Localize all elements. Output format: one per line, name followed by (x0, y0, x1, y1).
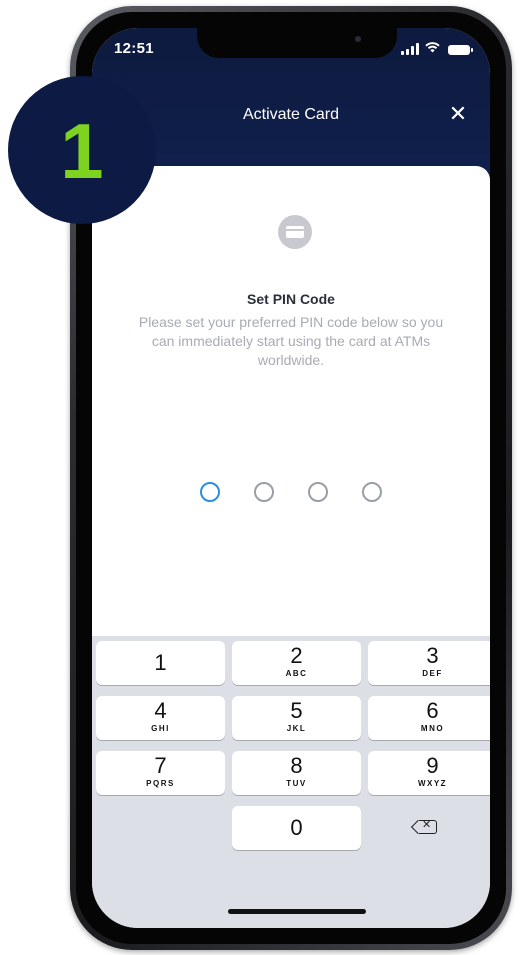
key-letters: GHI (151, 724, 170, 733)
backspace-button[interactable]: ✕ (368, 806, 490, 850)
key-letters: DEF (422, 669, 443, 678)
key-digit: 6 (426, 698, 439, 723)
step-number: 1 (60, 107, 104, 195)
set-pin-description: Please set your preferred PIN code below… (138, 314, 444, 368)
pin-dot (362, 482, 382, 502)
key-digit: 1 (154, 650, 167, 675)
set-pin-title: Set PIN Code (247, 291, 335, 307)
key-letters: MNO (420, 724, 445, 733)
close-button[interactable]: ✕ (446, 102, 470, 126)
key-7[interactable]: 7 PQRS (96, 751, 225, 795)
camera-icon (355, 36, 361, 42)
key-digit: 9 (426, 753, 439, 778)
key-digit: 3 (426, 643, 439, 668)
key-digit: 8 (290, 753, 303, 778)
signal-icon (401, 43, 419, 55)
pin-dot (200, 482, 220, 502)
key-digit: 2 (290, 643, 303, 668)
key-letters: WXYZ (417, 779, 448, 788)
key-digit: 7 (154, 753, 167, 778)
status-time: 12:51 (114, 40, 154, 57)
pin-indicator (92, 482, 490, 502)
pin-sheet: Set PIN Code Please set your preferred P… (92, 166, 490, 636)
pin-dot (254, 482, 274, 502)
key-letters: PQRS (146, 779, 175, 788)
close-icon: ✕ (448, 101, 468, 126)
key-2[interactable]: 2 ABC (232, 641, 361, 685)
key-5[interactable]: 5 JKL (232, 696, 361, 740)
key-letters: TUV (286, 779, 307, 788)
home-indicator (228, 909, 366, 914)
pin-dot (308, 482, 328, 502)
key-3[interactable]: 3 DEF (368, 641, 490, 685)
key-digit: 0 (290, 815, 303, 840)
notch (197, 28, 397, 58)
key-digit: 4 (154, 698, 167, 723)
battery-icon (448, 45, 473, 55)
wifi-icon (425, 41, 440, 55)
key-0[interactable]: 0 (232, 806, 361, 850)
numeric-keypad: 1 2 ABC 3 DEF 4 GHI 5 JKL 6 MNO 7 PQRS 8… (92, 636, 490, 928)
page-title: Activate Card (242, 106, 340, 123)
key-8[interactable]: 8 TUV (232, 751, 361, 795)
key-1[interactable]: 1 (96, 641, 225, 685)
key-4[interactable]: 4 GHI (96, 696, 225, 740)
card-icon (278, 215, 312, 249)
key-9[interactable]: 9 WXYZ (368, 751, 490, 795)
key-digit: 5 (290, 698, 303, 723)
key-letters: ABC (285, 669, 308, 678)
key-6[interactable]: 6 MNO (368, 696, 490, 740)
step-badge: 1 (8, 76, 156, 224)
status-icons (401, 41, 473, 55)
backspace-icon: ✕ (419, 819, 437, 834)
key-letters: JKL (286, 724, 307, 733)
